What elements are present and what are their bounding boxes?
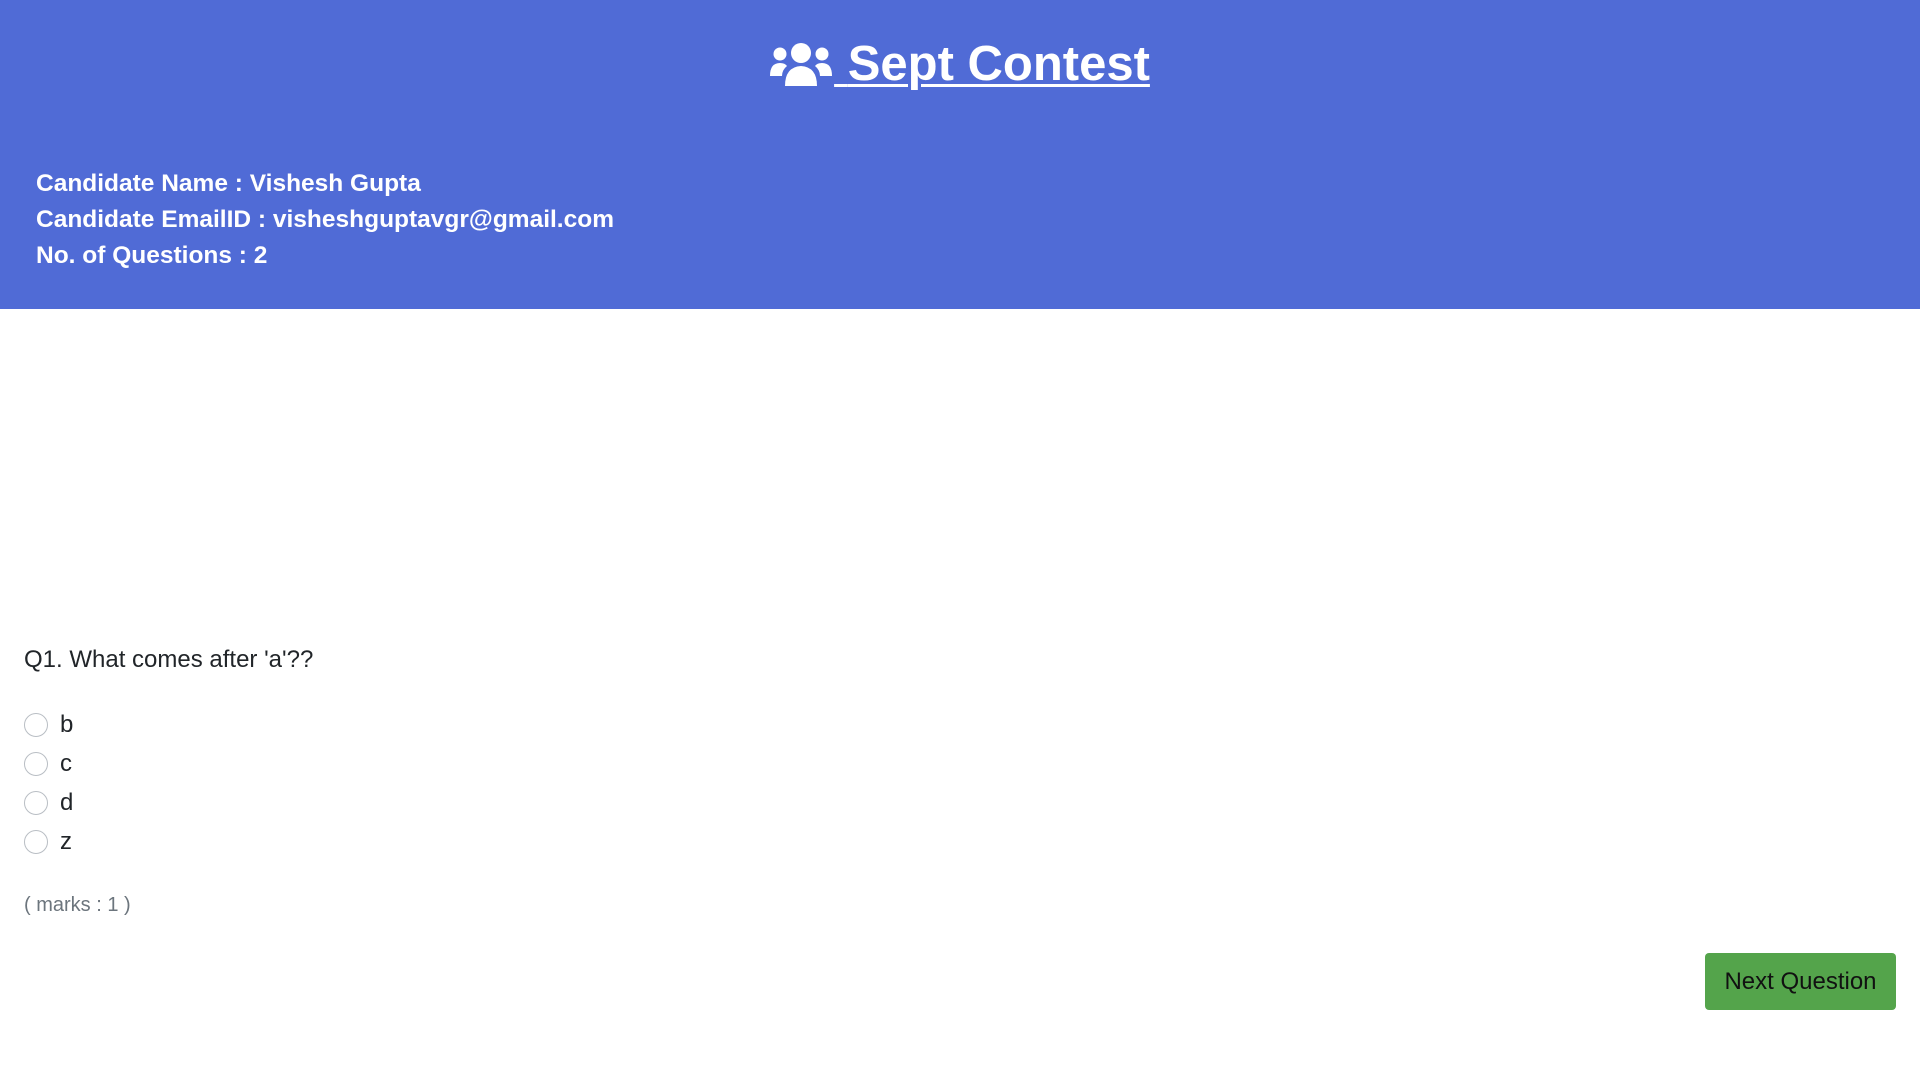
option-b[interactable]: b	[24, 705, 73, 744]
option-label: d	[60, 788, 74, 816]
candidate-name: Candidate Name : Vishesh Gupta	[36, 170, 421, 197]
option-radio[interactable]	[24, 829, 48, 854]
candidate-info: Candidate Name : Vishesh Gupta Candidate…	[36, 166, 614, 274]
next-question-button[interactable]: Next Question	[1705, 953, 1896, 1010]
candidate-email: Candidate EmailID : visheshguptavgr@gmai…	[36, 206, 614, 233]
question-text: Q1. What comes after 'a'??	[24, 646, 314, 673]
option-label: z	[60, 827, 72, 855]
option-label: c	[60, 749, 72, 777]
option-label: b	[60, 710, 74, 738]
question-count: No. of Questions : 2	[36, 242, 268, 269]
option-c[interactable]: c	[24, 744, 73, 783]
option-radio[interactable]	[24, 790, 48, 815]
answer-options: b c d z	[24, 705, 73, 861]
marks-label: ( marks : 1 )	[24, 894, 131, 916]
option-radio[interactable]	[24, 751, 48, 776]
users-icon	[770, 42, 833, 98]
contest-title-text: Sept Contest	[847, 37, 1150, 91]
contest-header: Sept Contest Candidate Name : Vishesh Gu…	[0, 0, 1920, 309]
option-d[interactable]: d	[24, 783, 73, 822]
page-title: Sept Contest	[0, 36, 1920, 98]
option-z[interactable]: z	[24, 822, 73, 861]
option-radio[interactable]	[24, 712, 48, 737]
